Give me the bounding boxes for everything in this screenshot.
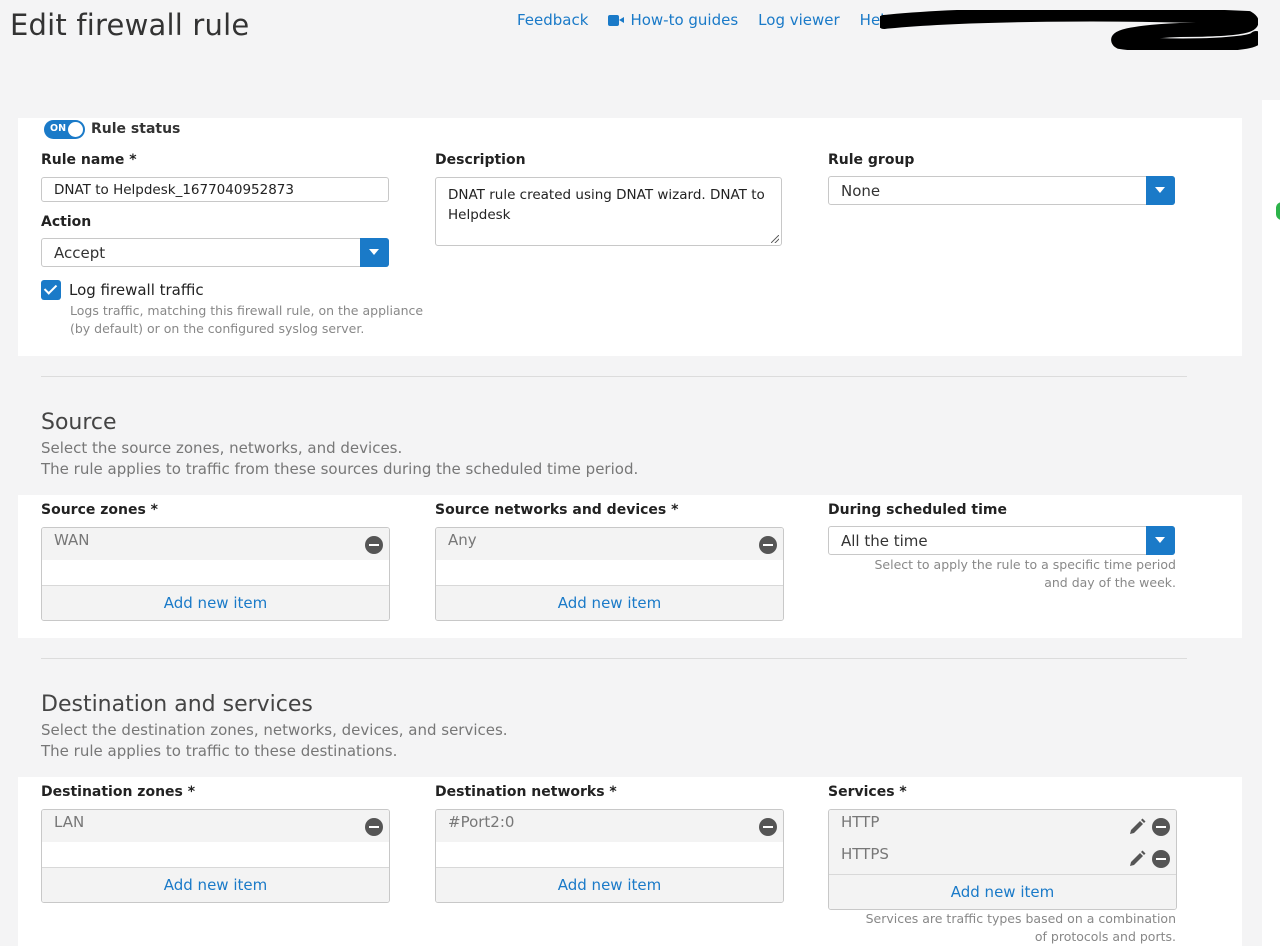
source-section-title: Source — [41, 410, 117, 435]
description-label: Description — [435, 152, 526, 168]
destination-zones-list: LAN Add new item — [41, 809, 390, 903]
action-select[interactable]: Accept — [41, 238, 389, 267]
redaction-mark — [880, 10, 1258, 50]
source-desc-line1: Select the source zones, networks, and d… — [41, 439, 403, 457]
remove-icon[interactable] — [759, 536, 777, 554]
rule-group-select[interactable]: None — [828, 176, 1175, 205]
rule-name-label: Rule name * — [41, 152, 137, 168]
log-traffic-help: Logs traffic, matching this firewall rul… — [70, 303, 424, 336]
services-help: Services are traffic types based on a co… — [865, 911, 1176, 944]
schedule-select[interactable]: All the time — [828, 526, 1175, 555]
source-network-any: Any — [448, 531, 477, 549]
list-item: #Port2:0 — [436, 810, 783, 842]
section-divider — [41, 658, 1187, 659]
remove-icon[interactable] — [759, 818, 777, 836]
source-desc-line2: The rule applies to traffic from these s… — [41, 460, 639, 478]
description-textarea[interactable]: DNAT rule created using DNAT wizard. DNA… — [435, 177, 782, 246]
services-list: HTTP HTTPS Add new item — [828, 809, 1177, 910]
source-networks-label: Source networks and devices * — [435, 502, 679, 518]
rule-status-toggle[interactable]: ON — [44, 120, 85, 139]
how-to-guides-link[interactable]: How-to guides — [608, 11, 738, 29]
chevron-down-icon[interactable] — [1146, 176, 1175, 205]
source-zones-list: WAN Add new item — [41, 527, 390, 621]
page-title: Edit firewall rule — [10, 8, 250, 42]
add-source-network-button[interactable]: Add new item — [436, 585, 783, 620]
add-destination-network-button[interactable]: Add new item — [436, 867, 783, 902]
remove-icon[interactable] — [365, 536, 383, 554]
how-to-guides-label: How-to guides — [630, 11, 739, 29]
rule-group-value: None — [841, 182, 881, 200]
remove-icon[interactable] — [1152, 818, 1170, 836]
add-destination-zone-button[interactable]: Add new item — [42, 867, 389, 902]
video-icon — [608, 14, 625, 26]
add-source-zone-button[interactable]: Add new item — [42, 585, 389, 620]
list-item: Any — [436, 528, 783, 560]
source-networks-list: Any Add new item — [435, 527, 784, 621]
log-traffic-label[interactable]: Log firewall traffic — [69, 281, 204, 299]
service-http: HTTP — [841, 813, 880, 831]
list-item: HTTPS — [829, 842, 1176, 874]
action-value: Accept — [54, 244, 106, 262]
action-label: Action — [41, 214, 92, 230]
log-viewer-link[interactable]: Log viewer — [758, 11, 840, 29]
chevron-down-icon[interactable] — [1146, 526, 1175, 555]
rule-name-input[interactable] — [41, 177, 389, 202]
rule-group-label: Rule group — [828, 152, 915, 168]
rule-status-label: Rule status — [91, 121, 181, 137]
section-divider — [41, 376, 1187, 377]
destination-desc-line2: The rule applies to traffic to these des… — [41, 742, 398, 760]
source-zones-label: Source zones * — [41, 502, 158, 518]
status-indicator — [1276, 202, 1280, 220]
services-label: Services * — [828, 784, 907, 800]
list-item: HTTP — [829, 810, 1176, 842]
destination-section-title: Destination and services — [41, 692, 313, 717]
pencil-icon[interactable] — [1128, 850, 1146, 868]
resize-handle-icon[interactable] — [771, 235, 779, 243]
destination-network-port2: #Port2:0 — [448, 813, 515, 831]
log-traffic-checkbox[interactable] — [41, 280, 61, 300]
schedule-value: All the time — [841, 532, 928, 550]
destination-zone-lan: LAN — [54, 813, 85, 831]
destination-zones-label: Destination zones * — [41, 784, 196, 800]
side-help-panel — [1262, 100, 1280, 946]
destination-desc-line1: Select the destination zones, networks, … — [41, 721, 508, 739]
toggle-knob — [68, 122, 83, 137]
schedule-label: During scheduled time — [828, 502, 1007, 518]
list-item: WAN — [42, 528, 389, 560]
pencil-icon[interactable] — [1128, 818, 1146, 836]
list-item: LAN — [42, 810, 389, 842]
chevron-down-icon[interactable] — [360, 238, 389, 267]
destination-networks-list: #Port2:0 Add new item — [435, 809, 784, 903]
remove-icon[interactable] — [365, 818, 383, 836]
feedback-link[interactable]: Feedback — [517, 11, 588, 29]
toggle-on-text: ON — [50, 123, 67, 134]
service-https: HTTPS — [841, 845, 889, 863]
destination-networks-label: Destination networks * — [435, 784, 617, 800]
schedule-help: Select to apply the rule to a specific t… — [874, 557, 1176, 590]
source-zone-wan: WAN — [54, 531, 90, 549]
top-links: Feedback How-to guides Log viewer Help — [517, 11, 894, 29]
add-service-button[interactable]: Add new item — [829, 874, 1176, 909]
remove-icon[interactable] — [1152, 850, 1170, 868]
